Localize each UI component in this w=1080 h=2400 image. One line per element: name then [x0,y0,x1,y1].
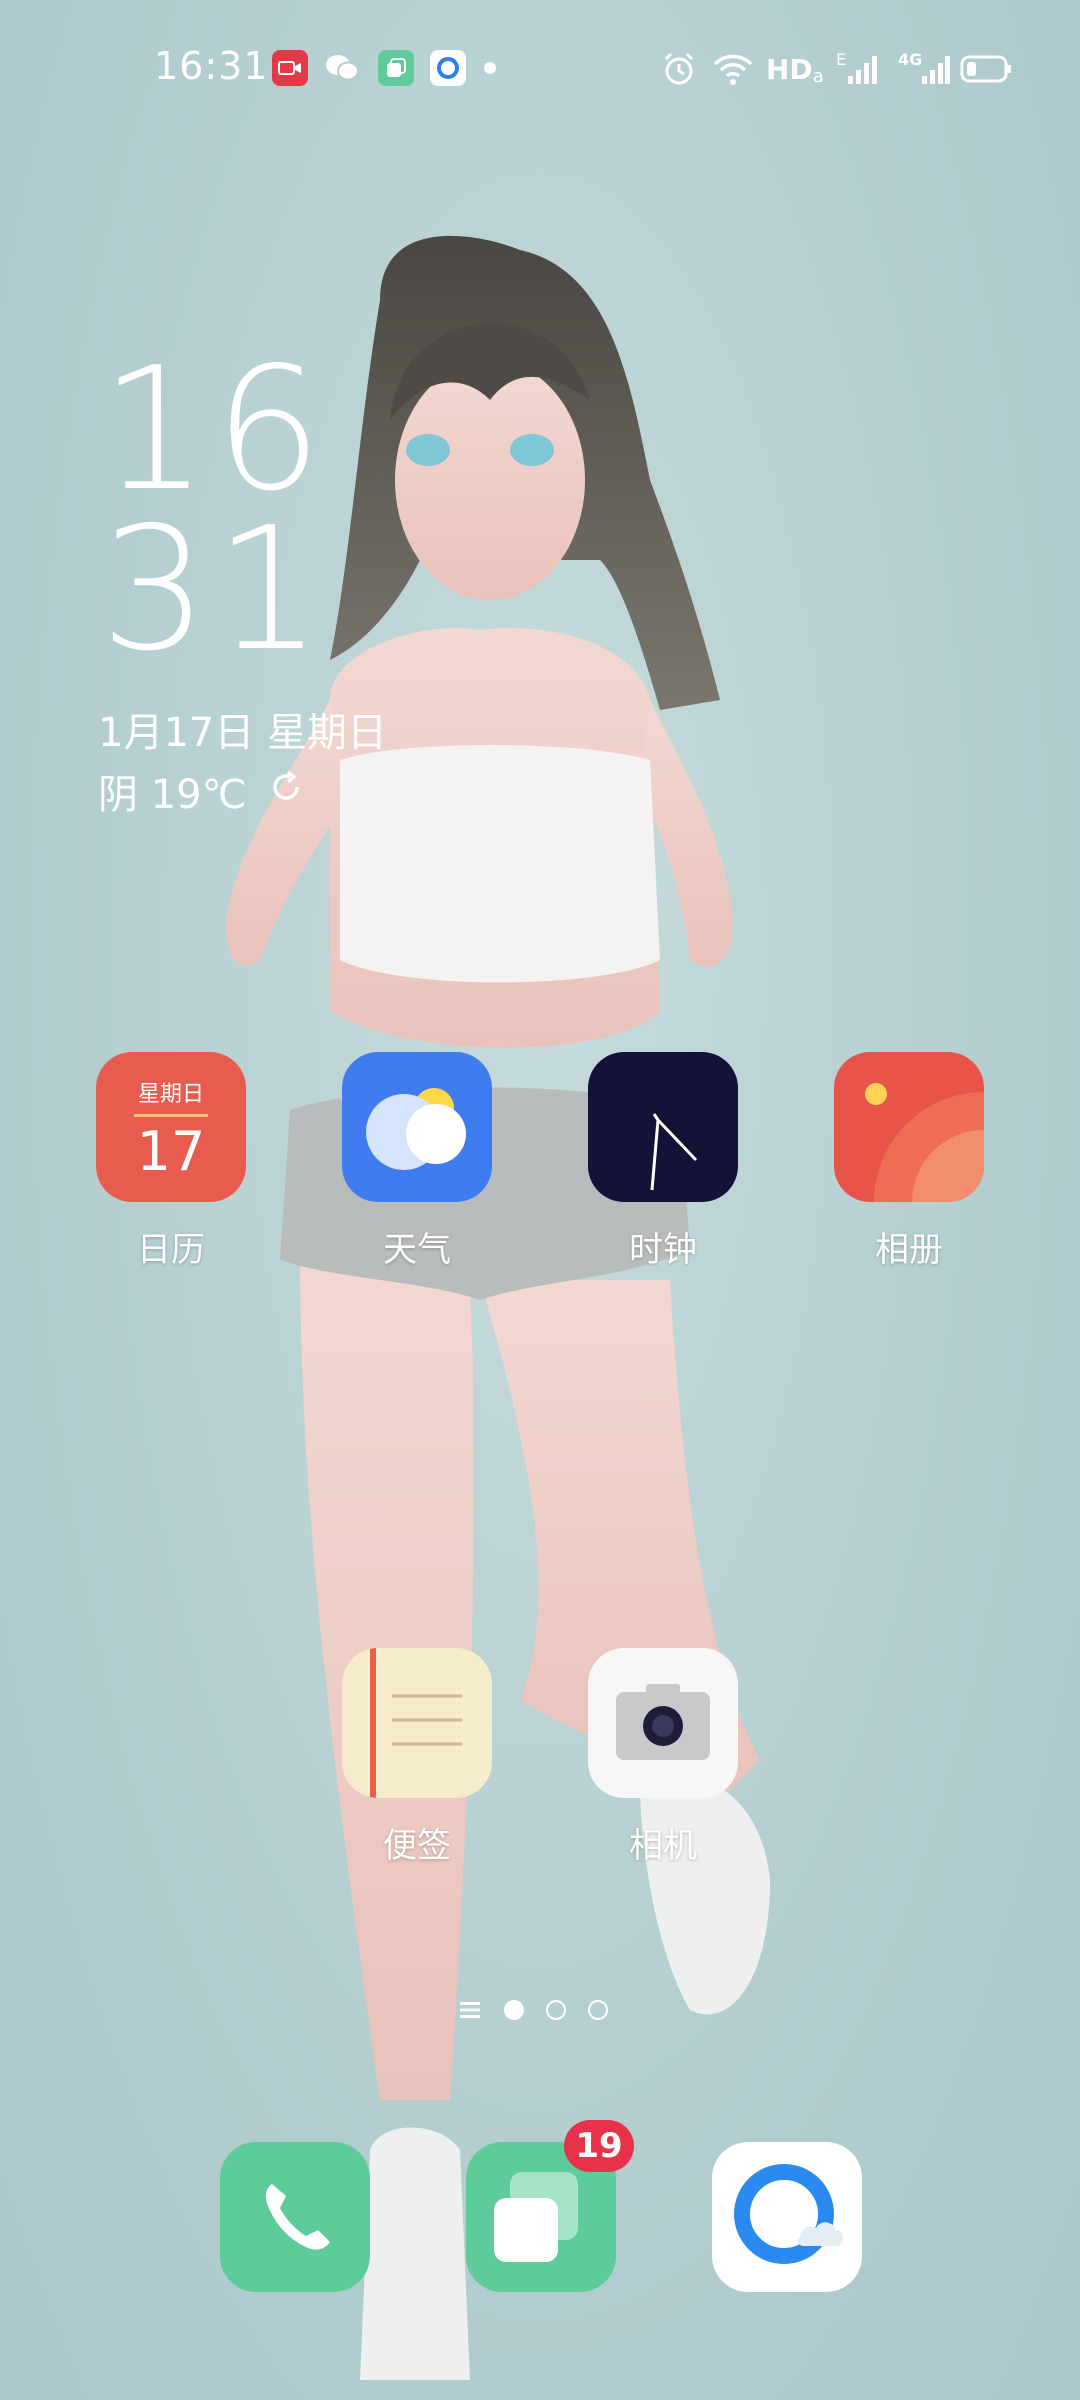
page-indicator[interactable] [460,2000,608,2020]
clock-hour: 16 [100,331,329,529]
clock-icon [588,1052,738,1202]
page-dot-2[interactable] [546,2000,566,2020]
hd-indicator: HD a [766,48,824,90]
wifi-icon [712,48,754,90]
app-camera[interactable]: 相机 [588,1648,738,1867]
weather-label: 阴 19℃ [98,772,247,818]
dock-qq-browser[interactable] [712,2142,862,2292]
app-calendar[interactable]: 星期日 17 日历 [96,1052,246,1271]
wechat-icon [324,50,360,86]
notes-icon [342,1648,492,1798]
battery-icon [960,48,1012,90]
hd-sub-label: a [812,65,824,87]
signal-icon-2: 4G [898,48,951,90]
app-label-weather: 天气 [383,1230,451,1270]
dock-messages[interactable]: 19 [466,2120,634,2292]
app-drawer-menu-icon[interactable] [460,2000,482,2020]
app-notes[interactable]: 便签 [342,1648,492,1867]
calendar-day: 17 [136,1120,206,1183]
qq-browser-small-icon [430,50,466,86]
hd-label: HD [766,52,813,86]
refresh-icon[interactable] [269,768,303,814]
video-recorder-icon [272,50,308,86]
clock-widget[interactable]: 16 31 [100,331,329,689]
status-time: 16:31 [154,44,269,88]
app-label-photos: 相册 [875,1230,943,1270]
qq-browser-icon [712,2142,862,2292]
status-bar: 16:31 HD a E 4G [0,0,1080,136]
stack-icon [378,50,414,86]
dock-phone[interactable] [220,2142,370,2292]
alarm-icon [660,48,698,90]
more-notifications-dot [484,62,496,74]
unread-badge: 19 [564,2120,634,2172]
page-dot-1[interactable] [504,2000,524,2020]
calendar-icon: 星期日 17 [96,1052,246,1202]
camera-icon [588,1648,738,1798]
page-dot-3[interactable] [588,2000,608,2020]
photos-icon [834,1052,984,1202]
signal1-label: E [836,50,847,69]
app-clock[interactable]: 时钟 [588,1052,738,1271]
calendar-weekday: 星期日 [137,1082,204,1107]
app-label-camera: 相机 [629,1826,697,1866]
app-photos[interactable]: 相册 [834,1052,984,1271]
clock-minute: 31 [100,491,329,689]
signal2-label: 4G [898,50,923,69]
app-weather[interactable]: 天气 [342,1052,492,1271]
weather-icon [342,1052,492,1202]
app-label-calendar: 日历 [137,1230,205,1270]
signal-icon-1: E [836,48,878,90]
date-label: 1月17日 星期日 [98,710,388,756]
weather-widget[interactable]: 阴 19℃ [98,762,303,820]
app-label-notes: 便签 [383,1826,451,1866]
phone-icon [220,2142,370,2292]
app-label-clock: 时钟 [629,1230,697,1270]
